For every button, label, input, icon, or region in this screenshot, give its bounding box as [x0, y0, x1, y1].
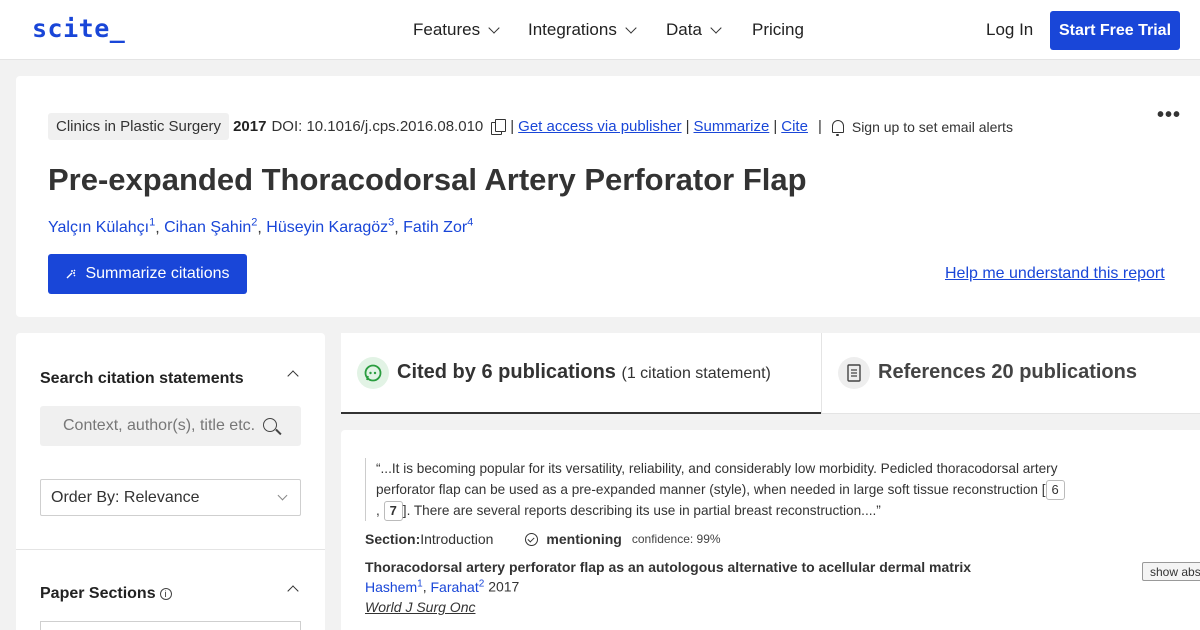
- confidence: confidence: 99%: [631, 532, 721, 546]
- summarize-citations-button[interactable]: Summarize citations: [48, 254, 247, 294]
- bell-icon[interactable]: [831, 120, 844, 136]
- start-free-trial-button[interactable]: Start Free Trial: [1050, 11, 1180, 50]
- get-access-link[interactable]: Get access via publisher: [518, 118, 681, 135]
- author-link[interactable]: Hashem1: [365, 578, 423, 595]
- citing-paper-year: 2017: [488, 578, 520, 595]
- nav-integrations[interactable]: Integrations: [528, 20, 637, 40]
- nav-data-label: Data: [666, 20, 702, 39]
- login-link[interactable]: Log In: [986, 20, 1033, 40]
- author-link[interactable]: Hüseyin Karagöz3: [266, 217, 394, 236]
- chevron-up-icon[interactable]: [287, 370, 299, 382]
- chevron-down-icon: [488, 21, 500, 34]
- scite-logo[interactable]: scite_: [32, 14, 125, 43]
- tab-references-label: References 20 publications: [878, 361, 1137, 383]
- sparkle-icon: [66, 269, 76, 279]
- paper-header-card: Clinics in Plastic Surgery 2017 DOI: 10.…: [16, 76, 1200, 317]
- chevron-down-icon: [710, 21, 722, 34]
- citing-paper-journal[interactable]: World J Surg Onc: [365, 599, 475, 615]
- nav-pricing[interactable]: Pricing: [752, 20, 804, 40]
- tab-cited-label: Cited by 6 publications (1 citation stat…: [397, 361, 771, 383]
- nav-features[interactable]: Features: [413, 20, 500, 40]
- show-abstract-button[interactable]: show abstract: [1142, 562, 1200, 581]
- email-alerts-link[interactable]: Sign up to set email alerts: [852, 119, 1013, 135]
- nav-data[interactable]: Data: [666, 20, 722, 40]
- help-understand-link[interactable]: Help me understand this report: [945, 265, 1165, 283]
- nav-features-label: Features: [413, 20, 481, 39]
- chevron-down-icon: [625, 21, 637, 34]
- chat-icon: [357, 357, 389, 389]
- more-options-icon[interactable]: •••: [1157, 104, 1181, 127]
- info-icon[interactable]: i: [159, 588, 172, 600]
- paper-doi: DOI: 10.1016/j.cps.2016.08.010: [271, 118, 484, 135]
- tab-cited-by[interactable]: Cited by 6 publications (1 citation stat…: [341, 333, 821, 414]
- nav-pricing-label: Pricing: [752, 20, 804, 39]
- search-heading: Search citation statements: [40, 370, 244, 387]
- divider: [16, 549, 325, 550]
- separator: |: [817, 118, 822, 135]
- citation-quote: “...It is becoming popular for its versa…: [365, 458, 1105, 521]
- copy-icon[interactable]: [491, 119, 507, 135]
- order-by-select[interactable]: Order By: Relevance: [40, 479, 301, 516]
- citation-section-info: Section: Introduction mentioning confide…: [365, 531, 721, 547]
- tab-references[interactable]: References 20 publications: [821, 333, 1200, 414]
- chevron-up-icon[interactable]: [287, 585, 299, 597]
- mentioning-icon: [525, 532, 539, 546]
- search-box: [40, 406, 301, 446]
- separator: |: [773, 118, 778, 135]
- separator: |: [685, 118, 690, 135]
- author-link[interactable]: Fatih Zor4: [403, 217, 473, 236]
- citing-paper-authors: Hashem1, Farahat2 2017: [365, 578, 520, 595]
- author-link[interactable]: Farahat2: [430, 578, 484, 595]
- author-link[interactable]: Yalçın Külahçı1: [48, 217, 155, 236]
- filter-sidebar: Search citation statements Order By: Rel…: [16, 333, 325, 630]
- citation-tabs: Cited by 6 publications (1 citation stat…: [341, 333, 1200, 414]
- paper-sections-heading: Paper Sections i: [40, 585, 172, 603]
- summarize-link[interactable]: Summarize: [694, 118, 770, 135]
- order-by-value: Order By: Relevance: [51, 489, 200, 506]
- separator: |: [510, 118, 515, 135]
- sections-select[interactable]: [40, 621, 301, 630]
- paper-meta: Clinics in Plastic Surgery 2017 DOI: 10.…: [48, 113, 1013, 140]
- reference-number[interactable]: 6: [1045, 480, 1065, 500]
- citation-type: mentioning: [546, 531, 622, 547]
- author-link[interactable]: Cihan Şahin2: [164, 217, 257, 236]
- chevron-down-icon: [277, 490, 288, 501]
- cite-link[interactable]: Cite: [781, 118, 808, 135]
- citing-paper-title[interactable]: Thoracodorsal artery perforator flap as …: [365, 559, 971, 575]
- reference-number[interactable]: 7: [383, 501, 403, 521]
- journal-tag[interactable]: Clinics in Plastic Surgery: [48, 113, 230, 140]
- summarize-citations-label: Summarize citations: [85, 265, 230, 282]
- page-title: Pre-expanded Thoracodorsal Artery Perfor…: [48, 162, 807, 197]
- citation-statement-card: “...It is becoming popular for its versa…: [341, 430, 1200, 630]
- search-icon[interactable]: [263, 418, 277, 432]
- document-icon: [838, 357, 870, 389]
- top-nav: scite_ Features Integrations Data Pricin…: [0, 0, 1200, 60]
- nav-integrations-label: Integrations: [528, 20, 617, 39]
- author-list: Yalçın Külahçı1, Cihan Şahin2, Hüseyin K…: [48, 217, 474, 237]
- paper-year: 2017: [233, 118, 267, 135]
- search-input[interactable]: [40, 406, 265, 446]
